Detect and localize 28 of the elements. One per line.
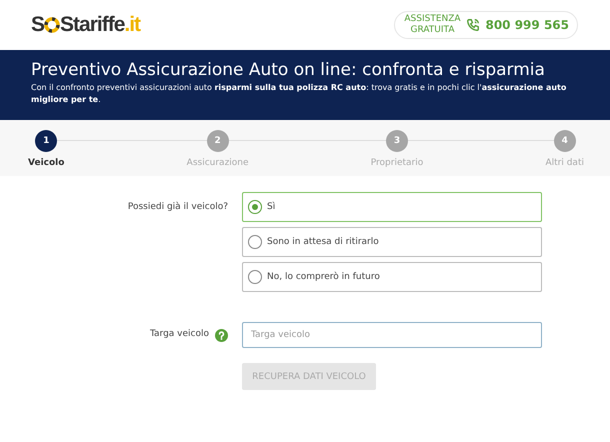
step-label: Assicurazione [186, 158, 249, 168]
lifebuoy-icon [44, 17, 60, 33]
option-label: Sono in attesa di ritirarlo [267, 237, 379, 247]
step-label: Veicolo [28, 158, 64, 168]
logo-text: S [31, 13, 44, 37]
assistance-badge[interactable]: ASSISTENZA GRATUITA 800 999 565 [394, 11, 578, 39]
logo-text: Stariffe [60, 13, 124, 37]
assistance-label: ASSISTENZA GRATUITA [403, 14, 462, 36]
step-number[interactable]: 2 [206, 130, 229, 152]
option-label: No, lo comprerò in futuro [267, 272, 380, 282]
logo-domain: .it [124, 13, 140, 37]
phone-number: 800 999 565 [485, 18, 569, 32]
radio-option[interactable]: Sì [242, 192, 542, 222]
option-label: Sì [267, 202, 276, 212]
plate-input[interactable]: Targa veicolo [242, 322, 542, 348]
phone-icon [466, 18, 480, 32]
page-subtitle: Con il confronto preventivi assicurazioni auto risparmi sulla tua polizza RC auto: trova gratis e in pochi clic l'assicurazione auto migliore per te. [31, 82, 568, 106]
question-label: Possiedi già il veicolo? [128, 202, 228, 212]
radio-option[interactable]: Sono in attesa di ritirarlo [242, 227, 542, 257]
page-title: Preventivo Assicurazione Auto on line: confronta e risparmia [31, 60, 546, 80]
field-label: Targa veicolo [150, 329, 209, 339]
help-icon[interactable] [215, 329, 228, 342]
step-label: Proprietario [370, 158, 424, 168]
step-number[interactable]: 3 [386, 130, 408, 152]
step-number[interactable]: 4 [554, 130, 576, 152]
step-number[interactable]: 1 [35, 130, 58, 152]
radio-option[interactable]: No, lo comprerò in futuro [242, 262, 542, 292]
step-label: Altri dati [545, 158, 584, 168]
